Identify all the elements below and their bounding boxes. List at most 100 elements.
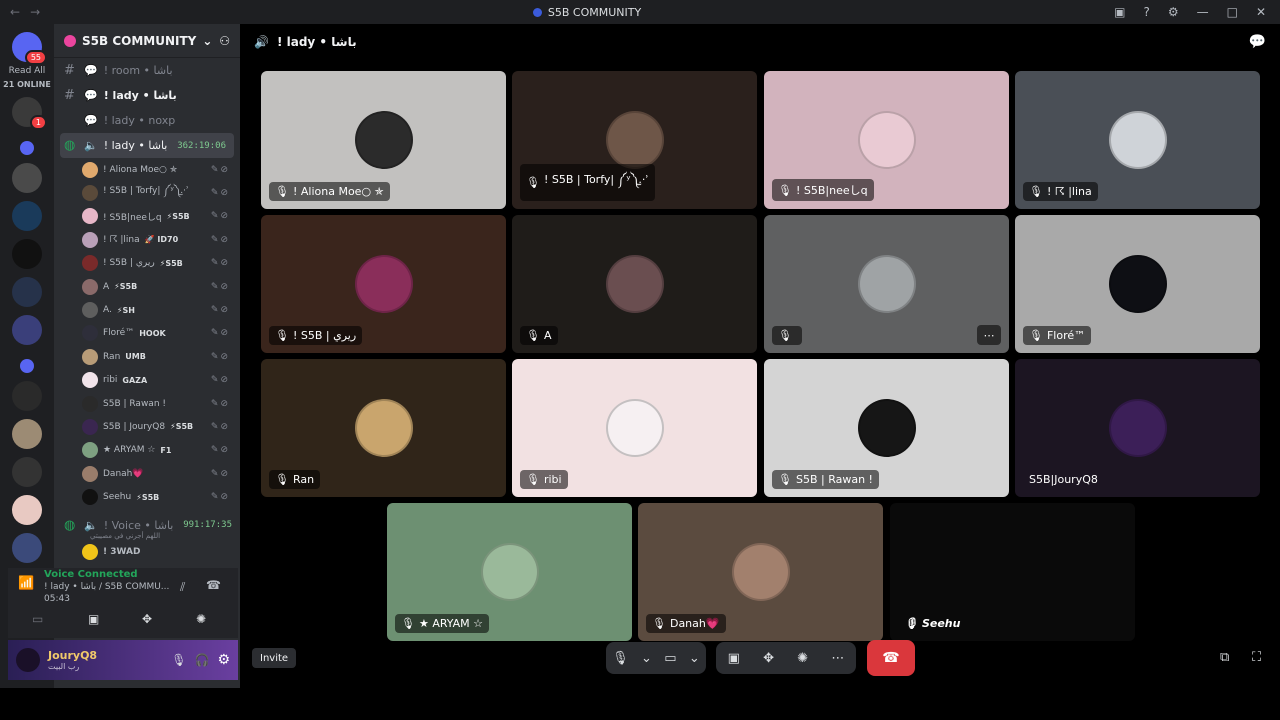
inbox-icon[interactable]: ▣ xyxy=(1114,5,1125,19)
voice-connected-label[interactable]: Voice Connected xyxy=(44,569,138,580)
invite-people-icon[interactable]: ⚇ xyxy=(219,34,230,48)
server-icon-7[interactable] xyxy=(12,381,42,411)
server-icon-6[interactable] xyxy=(12,315,42,345)
list-item[interactable]: A. ⚡SH ✎⊘ xyxy=(54,298,240,321)
camera-off-icon[interactable]: ▭ xyxy=(32,612,43,626)
forward-arrow-icon[interactable]: → xyxy=(30,5,40,19)
headphones-icon[interactable]: 🎧 xyxy=(194,653,209,667)
screen-share-icon[interactable]: ▣ xyxy=(728,651,740,666)
participant-tile[interactable]: 🎙 ribi xyxy=(512,359,757,497)
server-icon-11[interactable] xyxy=(12,533,42,563)
server-icon-5[interactable] xyxy=(12,277,42,307)
popout-icon[interactable]: ⧉ xyxy=(1220,650,1229,665)
list-item[interactable]: ribi GAZA ✎⊘ xyxy=(54,369,240,392)
voice-timer: 362:19:06 xyxy=(177,140,226,151)
channel-lady[interactable]: # 💬 ! lady • باشا xyxy=(54,83,240,108)
participant-tile[interactable]: 🎙 ⋯ xyxy=(764,215,1009,353)
list-item[interactable]: ! 3WAD xyxy=(54,540,240,563)
list-item[interactable]: Seehu ⚡S5B ✎⊘ xyxy=(54,485,240,508)
more-options-icon[interactable]: ⋯ xyxy=(977,325,1001,345)
activities-icon[interactable]: ✥ xyxy=(763,651,774,666)
list-item[interactable]: S5B | Rawan ! ✎⊘ xyxy=(54,392,240,415)
list-item[interactable]: S5B | JouryQ8 ⚡S5B ✎⊘ xyxy=(54,415,240,438)
server-icon-4[interactable] xyxy=(12,239,42,269)
channel-lady-noxp[interactable]: 💬 ! lady • noxp xyxy=(54,108,240,133)
list-item[interactable]: ★ ARYAM ☆ F1 ✎⊘ xyxy=(54,439,240,462)
screen-share-icon[interactable]: ▣ xyxy=(88,612,99,626)
voice-active-icon: ◍ xyxy=(64,517,76,533)
signal-icon[interactable]: 📶 xyxy=(18,576,34,591)
avatar xyxy=(1108,255,1167,313)
participant-tile[interactable]: 🎙 Danah💗 xyxy=(638,503,883,641)
server-icon-1[interactable]: 1 xyxy=(12,97,47,130)
chevron-down-icon[interactable]: ⌄ xyxy=(641,651,652,666)
participant-name: 🎙 ribi xyxy=(520,470,568,489)
participant-tile[interactable]: 🎙 Floré™ xyxy=(1015,215,1260,353)
chat-bubble-icon[interactable]: 💬 xyxy=(1249,34,1266,50)
list-item[interactable]: Ran UMB ✎⊘ xyxy=(54,345,240,368)
avatar xyxy=(82,208,98,225)
maximize-icon[interactable]: □ xyxy=(1227,5,1238,19)
voice-channel-path[interactable]: ! lady • باشا / S5B COMMU... xyxy=(44,582,172,592)
list-item[interactable]: ! Aliona Moe○ ✯ ✎⊘ xyxy=(54,158,240,181)
close-icon[interactable]: ✕ xyxy=(1256,5,1266,19)
server-header[interactable]: S5B COMMUNITY ⌄ ⚇ xyxy=(54,24,240,58)
help-icon[interactable]: ? xyxy=(1143,5,1149,19)
participant-tile[interactable]: 🎙! ☈ |lina xyxy=(1015,71,1260,209)
list-item[interactable]: ! ☈ |lina 🚀 ID70 ✎⊘ xyxy=(54,228,240,251)
server-icon-9[interactable] xyxy=(12,457,42,487)
server-icon-3[interactable] xyxy=(12,201,42,231)
activities-icon[interactable]: ✥ xyxy=(142,612,152,626)
fullscreen-icon[interactable]: ⛶ xyxy=(1252,650,1261,665)
participant-tile[interactable]: 🎙 A xyxy=(512,215,757,353)
avatar xyxy=(605,111,664,169)
voice-channel-lady[interactable]: ◍ 🔈 ! lady • باشا 362:19:06 xyxy=(60,133,234,158)
mic-icon[interactable]: 🎙 xyxy=(171,653,186,667)
minimize-icon[interactable]: — xyxy=(1197,5,1209,19)
mute-status-icon: ✎⊘ xyxy=(210,445,230,456)
deafen-icon: 🎙 xyxy=(275,473,289,486)
update-icon[interactable]: ⚙ xyxy=(1168,5,1179,19)
participant-tile[interactable]: 🎙 ★ ARYAM ☆ xyxy=(387,503,632,641)
phone-hangup-icon: ☎ xyxy=(882,650,900,666)
list-item[interactable]: A ⚡S5B ✎⊘ xyxy=(54,275,240,298)
channel-label: ! lady • باشا xyxy=(103,89,177,102)
mic-icon[interactable]: 🎙 xyxy=(612,651,629,666)
chevron-down-icon[interactable]: ⌄ xyxy=(689,651,700,666)
avatar xyxy=(1108,111,1167,169)
list-item[interactable]: ! S5B | ريري ⚡S5B ✎⊘ xyxy=(54,252,240,275)
unread-badge: 1 xyxy=(29,115,47,130)
participant-tile[interactable]: 🎙 Seehu xyxy=(890,503,1135,641)
read-all-button[interactable]: Read All xyxy=(9,66,46,76)
mute-status-icon: ✎⊘ xyxy=(210,492,230,503)
participant-tile[interactable]: 🎙! S5B | ريري xyxy=(261,215,506,353)
server-icon-2[interactable] xyxy=(12,163,42,193)
participant-tile[interactable]: 🎙! Aliona Moe○ ✯ xyxy=(261,71,506,209)
noise-suppression-icon[interactable]: ⫽ xyxy=(180,580,185,595)
list-item[interactable]: Floré™ HOOK ✎⊘ xyxy=(54,322,240,345)
participant-tile[interactable]: 🎙 Ran xyxy=(261,359,506,497)
participant-tile[interactable]: 🎙S5B|JouryQ8 xyxy=(1015,359,1260,497)
list-item[interactable]: ! S5B|neeしq ⚡S5B ✎⊘ xyxy=(54,205,240,228)
server-icon-10[interactable] xyxy=(12,495,42,525)
home-button[interactable]: 55 xyxy=(12,32,47,65)
folder-icon-2[interactable] xyxy=(20,359,34,373)
more-options-icon[interactable]: ⋯ xyxy=(831,651,844,666)
list-item[interactable]: Danah💗 ✎⊘ xyxy=(54,462,240,485)
participant-tile[interactable]: 🎙! S5B|neeしq xyxy=(764,71,1009,209)
soundboard-icon[interactable]: ✺ xyxy=(196,612,206,626)
list-item[interactable]: ! S5B | Torfy| ༼ʸ༽.̫·ʾ ✎⊘ xyxy=(54,181,240,204)
participant-tile[interactable]: 🎙 S5B | Rawan ! xyxy=(764,359,1009,497)
avatar[interactable] xyxy=(16,648,40,672)
folder-icon[interactable] xyxy=(20,141,34,155)
back-arrow-icon[interactable]: ← xyxy=(10,5,20,19)
disconnect-icon[interactable]: ☎ xyxy=(206,578,221,592)
channel-room[interactable]: # 💬 ! room • باشا xyxy=(54,58,240,83)
settings-gear-icon[interactable]: ⚙ xyxy=(217,652,230,668)
soundboard-icon[interactable]: ✺ xyxy=(797,651,808,666)
camera-off-icon[interactable]: ▭ xyxy=(664,651,676,666)
server-icon-8[interactable] xyxy=(12,419,42,449)
disconnect-button[interactable]: ☎ xyxy=(867,640,915,676)
invite-button[interactable]: Invite xyxy=(252,648,297,668)
participant-tile[interactable]: 🎙! S5B | Torfy| ༼ʸ༽.̫·ʾ xyxy=(512,71,757,209)
